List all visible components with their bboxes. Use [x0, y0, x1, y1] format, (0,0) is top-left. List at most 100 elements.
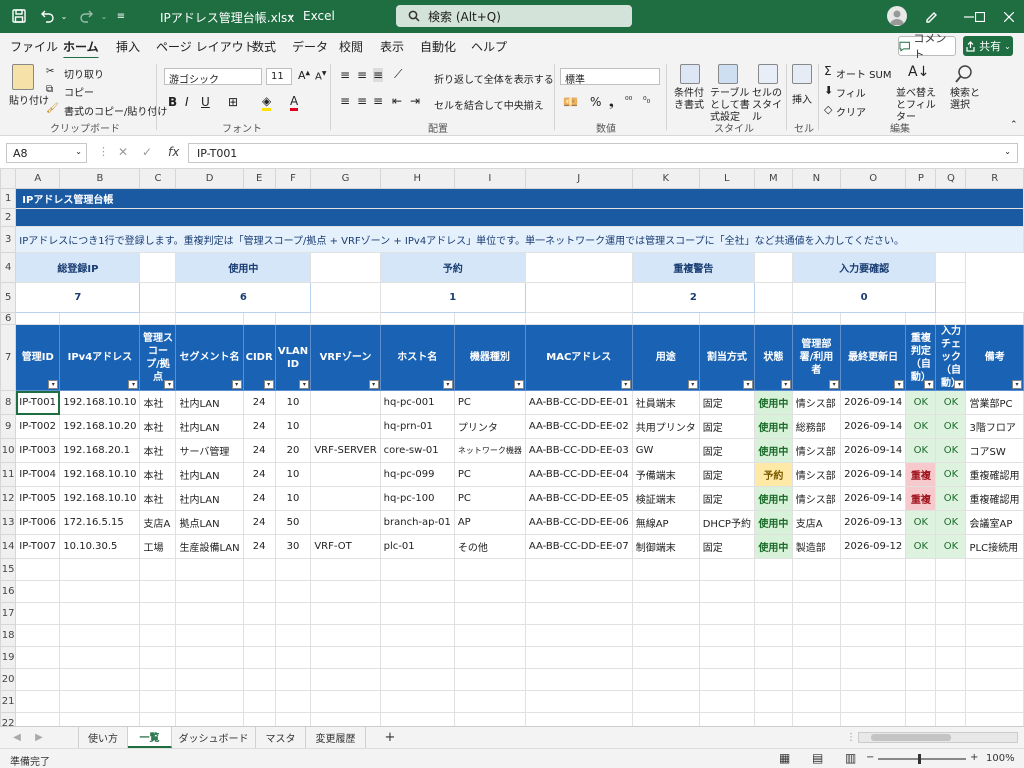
table-cell[interactable]: 10: [274, 486, 312, 511]
filter-dropdown-icon[interactable]: ▾: [894, 380, 905, 389]
table-cell[interactable]: OK: [935, 462, 967, 487]
clear-icon[interactable]: ◇: [824, 103, 832, 116]
insert-cells-button[interactable]: 挿入: [792, 91, 812, 106]
table-cell[interactable]: 制御端末: [631, 534, 700, 559]
cell[interactable]: [698, 646, 755, 669]
cell[interactable]: [15, 580, 61, 603]
font-color-icon[interactable]: A: [290, 94, 299, 111]
table-cell[interactable]: AA-BB-CC-DD-EE-05: [524, 486, 633, 511]
column-header[interactable]: K: [631, 168, 700, 189]
cell[interactable]: [175, 580, 244, 603]
table-cell[interactable]: OK: [905, 438, 937, 463]
row-header[interactable]: 2: [0, 208, 17, 227]
tab-view[interactable]: 表示: [380, 38, 404, 55]
cell[interactable]: [453, 646, 526, 669]
avatar[interactable]: [887, 6, 907, 26]
spacer-cell[interactable]: [524, 252, 633, 283]
select-all-corner[interactable]: [0, 168, 17, 189]
kpi-value[interactable]: 1: [379, 282, 526, 313]
table-cell[interactable]: 生産設備LAN: [175, 534, 244, 559]
conditional-format-button[interactable]: 条件付き書式: [674, 88, 712, 112]
percent-icon[interactable]: %: [590, 95, 601, 109]
table-cell[interactable]: 検証端末: [631, 486, 700, 511]
cell[interactable]: [753, 624, 793, 647]
table-cell[interactable]: 重複: [905, 486, 937, 511]
table-cell[interactable]: [310, 510, 381, 535]
cell[interactable]: [524, 668, 633, 691]
table-cell[interactable]: 製造部: [791, 534, 842, 559]
cell-style-button[interactable]: セルのスタイル: [752, 88, 782, 124]
table-header[interactable]: 最終更新日 ▾: [840, 324, 907, 391]
table-cell[interactable]: 固定: [698, 438, 755, 463]
table-cell[interactable]: 重複確認用: [965, 462, 1024, 487]
table-cell[interactable]: 固定: [698, 390, 755, 415]
cell[interactable]: [753, 602, 793, 625]
italic-icon[interactable]: I: [185, 95, 189, 109]
cell-grid[interactable]: A B C D E F G H I J K L M N O P Q R 1 IPアドレス管理台帳 2 3 IPアドレスにつき…: [0, 168, 1024, 735]
tab-split-icon[interactable]: ⋮: [846, 727, 856, 748]
cell[interactable]: [175, 690, 244, 713]
column-header[interactable]: C: [139, 168, 177, 189]
increase-indent-icon[interactable]: ⇥: [410, 94, 420, 108]
table-cell[interactable]: hq-pc-001: [379, 390, 455, 415]
cell[interactable]: [379, 624, 455, 647]
formula-input[interactable]: IP-T001 ⌄: [188, 143, 1018, 163]
table-cell[interactable]: AA-BB-CC-DD-EE-07: [524, 534, 633, 559]
tab-help[interactable]: ヘルプ: [471, 38, 507, 55]
table-cell[interactable]: OK: [905, 414, 937, 439]
cell[interactable]: [840, 690, 907, 713]
increase-decimal-icon[interactable]: ⁰⁰: [625, 96, 632, 106]
undo-icon[interactable]: [36, 6, 58, 26]
cell[interactable]: [453, 580, 526, 603]
tab-review[interactable]: 校閲: [339, 38, 363, 55]
table-cell[interactable]: 支店A: [791, 510, 842, 535]
tab-automate[interactable]: 自動化: [420, 38, 456, 55]
cell[interactable]: [274, 558, 312, 581]
row-header[interactable]: 14: [0, 534, 17, 559]
table-header[interactable]: MACアドレス ▾: [524, 324, 633, 391]
cell[interactable]: [524, 602, 633, 625]
row-header[interactable]: 6: [0, 312, 17, 325]
cell[interactable]: [753, 580, 793, 603]
cell[interactable]: [310, 624, 381, 647]
table-cell[interactable]: 使用中: [753, 390, 793, 415]
format-painter-icon[interactable]: 🖌: [46, 103, 59, 114]
table-cell[interactable]: 2026-09-12: [840, 534, 907, 559]
table-cell[interactable]: 情シス部: [791, 486, 842, 511]
table-cell[interactable]: 使用中: [753, 438, 793, 463]
insert-cells-icon[interactable]: [792, 64, 812, 84]
format-painter-button[interactable]: 書式のコピー/貼り付け: [64, 103, 167, 118]
table-cell[interactable]: 使用中: [753, 510, 793, 535]
table-cell[interactable]: 本社: [139, 462, 177, 487]
spacer-cell[interactable]: [753, 282, 793, 313]
cell[interactable]: [379, 602, 455, 625]
sort-filter-icon[interactable]: A↓: [908, 64, 929, 80]
cell[interactable]: [59, 690, 141, 713]
table-cell[interactable]: 固定: [698, 414, 755, 439]
column-header[interactable]: P: [905, 168, 937, 189]
filter-dropdown-icon[interactable]: ▾: [954, 380, 965, 389]
shrink-font-icon[interactable]: A▼: [315, 70, 326, 82]
cell[interactable]: [905, 690, 937, 713]
table-cell[interactable]: OK: [935, 438, 967, 463]
cell[interactable]: [242, 558, 276, 581]
name-box[interactable]: A8 ⌄: [6, 143, 87, 163]
table-cell[interactable]: プリンタ: [453, 414, 526, 439]
cell[interactable]: [935, 312, 967, 325]
filter-dropdown-icon[interactable]: ▾: [164, 380, 175, 389]
spacer-cell[interactable]: [935, 252, 967, 283]
cell[interactable]: [15, 602, 61, 625]
sheet-tab-dashboard[interactable]: ダッシュボード: [172, 727, 256, 748]
clear-button[interactable]: クリア: [836, 104, 866, 119]
cell[interactable]: [242, 668, 276, 691]
undo-dropdown-icon[interactable]: ⌄: [58, 6, 70, 26]
cell[interactable]: [310, 558, 381, 581]
font-name-combo[interactable]: 游ゴシック: [164, 68, 262, 86]
cell[interactable]: [453, 312, 526, 325]
add-sheet-button[interactable]: +: [376, 727, 404, 748]
table-cell[interactable]: 192.168.20.1: [59, 438, 141, 463]
cell[interactable]: [274, 690, 312, 713]
cell[interactable]: [59, 312, 141, 325]
cell[interactable]: [905, 558, 937, 581]
grow-font-icon[interactable]: A▲: [298, 69, 310, 82]
